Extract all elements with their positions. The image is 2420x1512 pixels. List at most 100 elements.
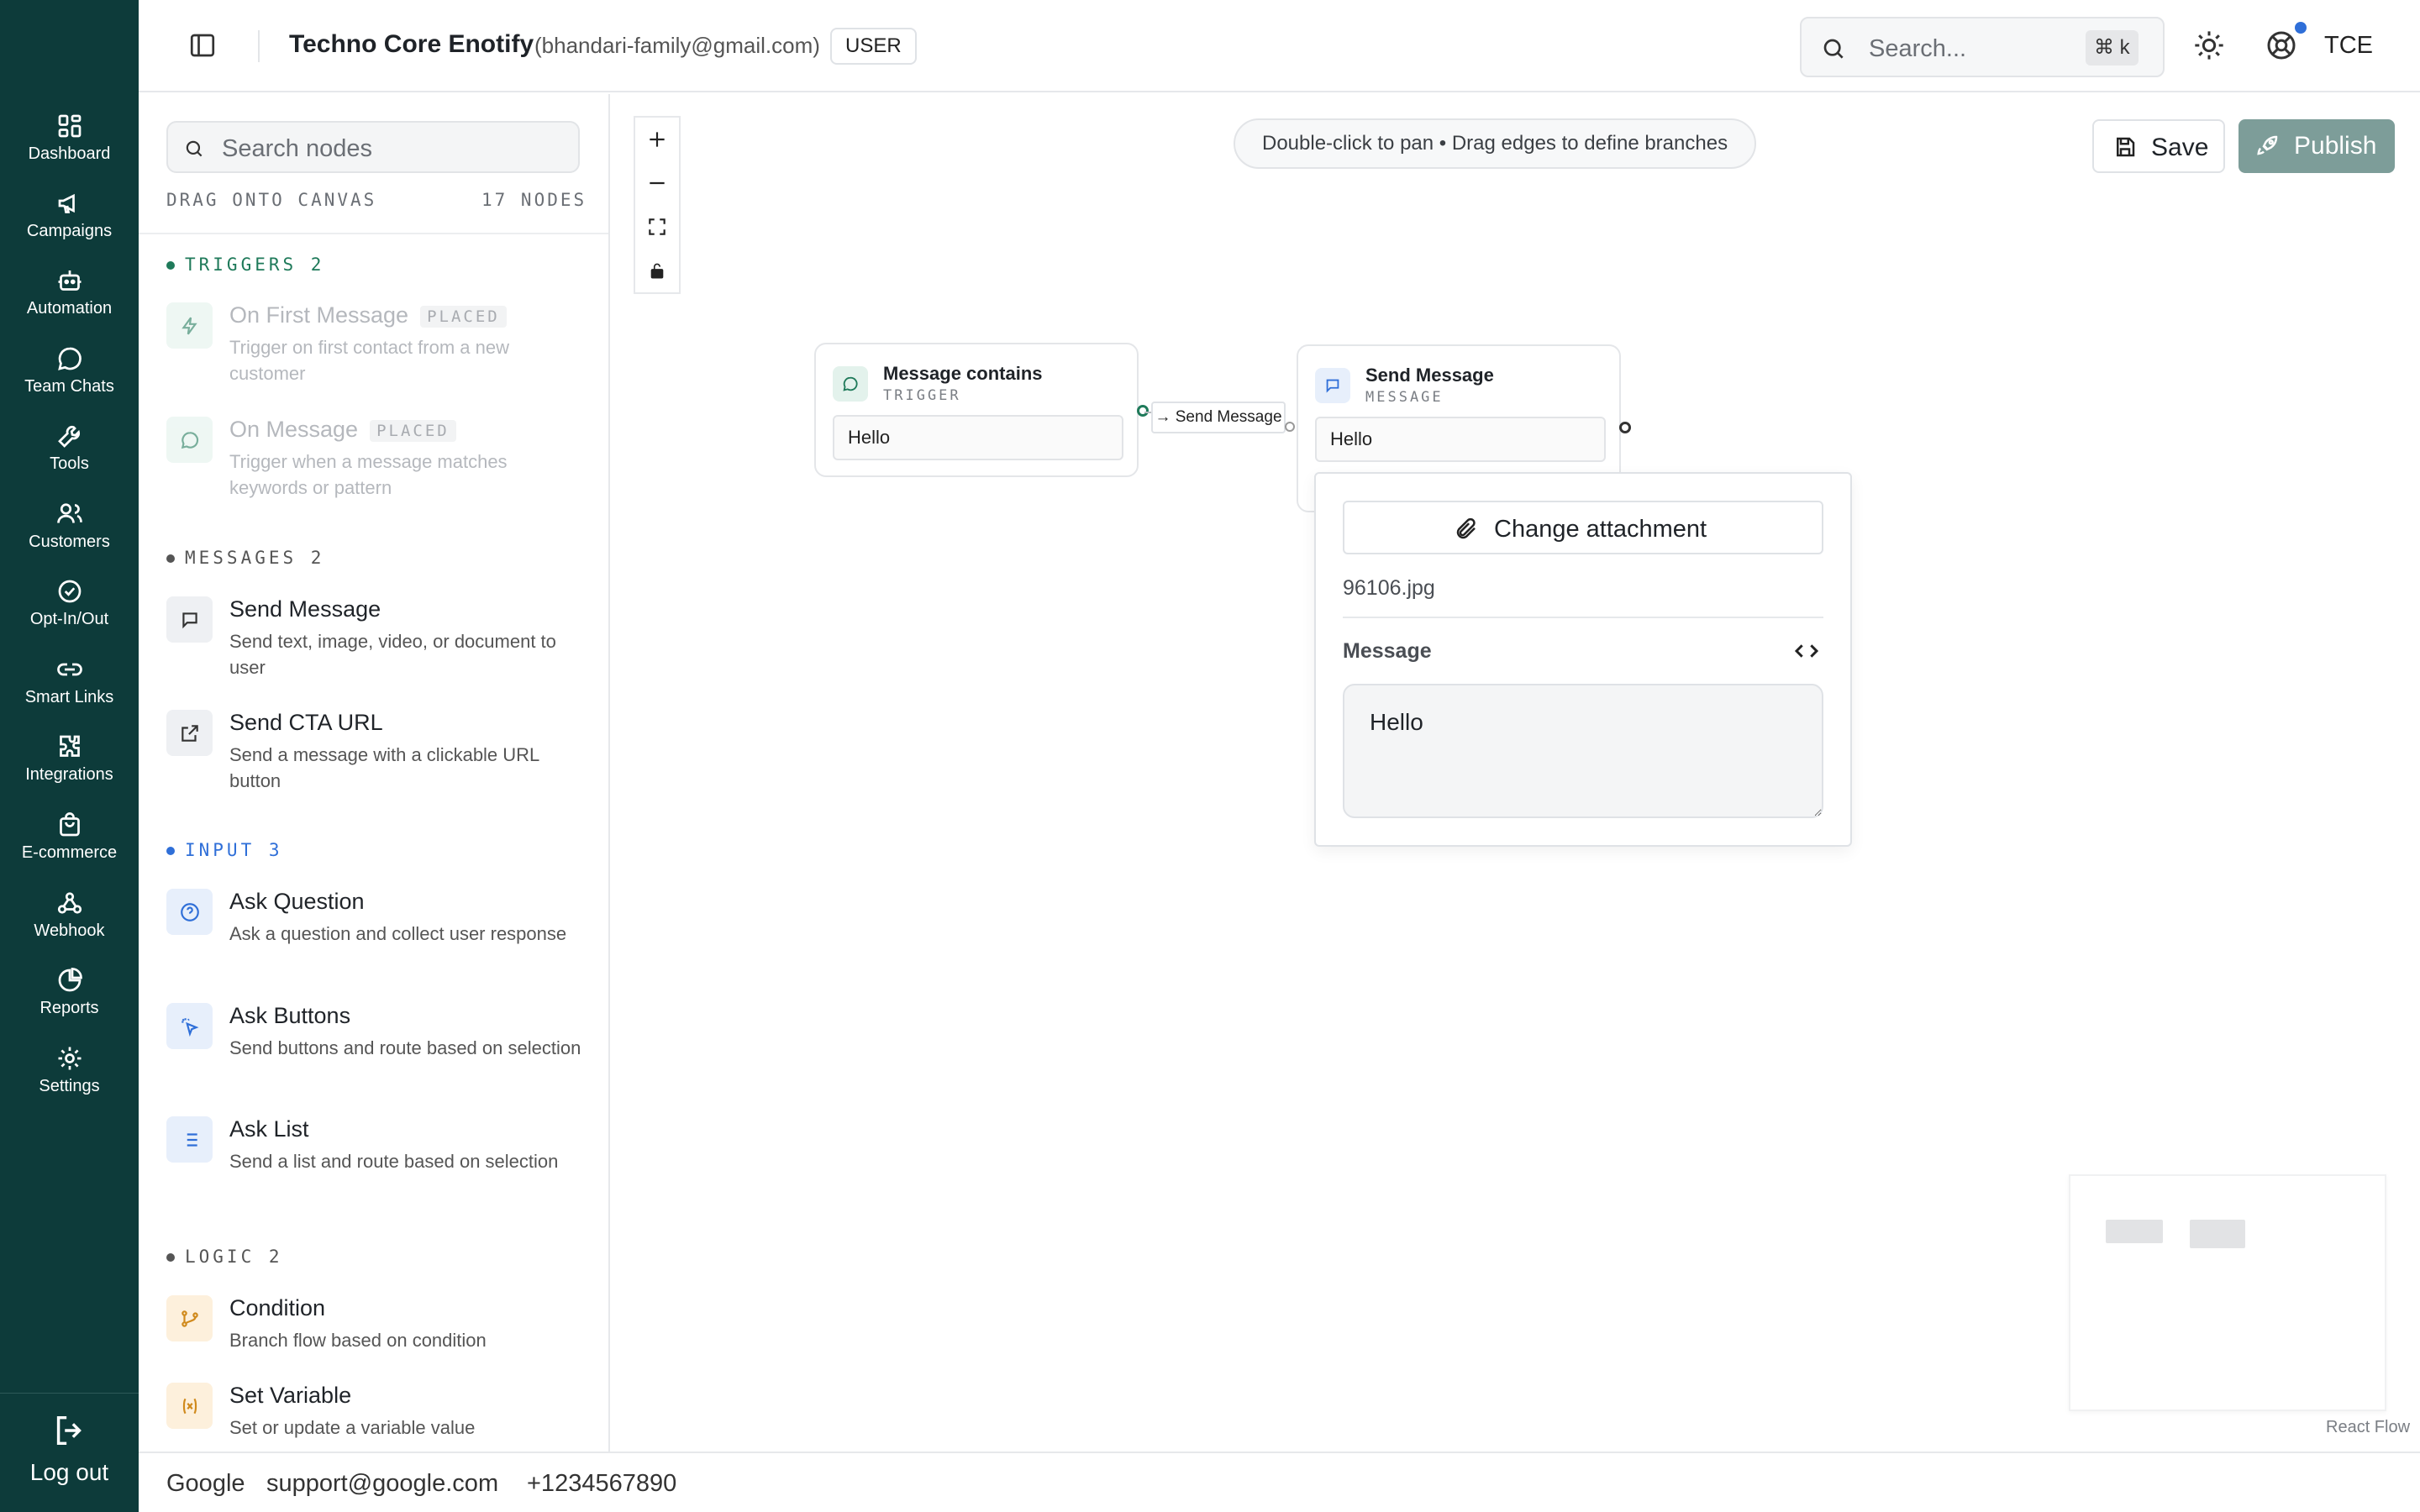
nav-item-campaigns[interactable]: Campaigns	[0, 188, 139, 259]
search-placeholder: Search...	[1869, 35, 1967, 62]
pointer-click-icon	[182, 1018, 199, 1037]
shopping-bag-icon	[59, 812, 80, 837]
nav-label: Integrations	[25, 765, 113, 784]
flow-node-trigger[interactable]: Message contains TRIGGER Hello	[814, 343, 1139, 477]
nav-item-reports[interactable]: Reports	[0, 965, 139, 1036]
lock-icon	[650, 263, 664, 279]
node-type: TRIGGER	[883, 387, 961, 404]
save-button[interactable]: Save	[2092, 119, 2225, 173]
source-handle[interactable]	[1619, 422, 1631, 433]
react-flow-attribution[interactable]: React Flow	[2326, 1418, 2410, 1437]
sun-icon[interactable]	[2192, 29, 2226, 62]
chat-icon	[181, 432, 199, 449]
global-search-input[interactable]: Search... ⌘ k	[1800, 17, 2165, 77]
footer-phone[interactable]: +1234567890	[527, 1470, 676, 1498]
nav-label: Settings	[39, 1077, 100, 1095]
notification-dot	[2295, 22, 2307, 34]
flow-canvas[interactable]: Double-click to pan • Drag edges to defi…	[612, 94, 2420, 1452]
puzzle-icon	[59, 735, 80, 757]
check-circle-icon	[58, 580, 81, 603]
nav-label: Reports	[39, 999, 99, 1017]
message-square-icon	[1326, 379, 1339, 393]
nav-label: Campaigns	[26, 222, 113, 240]
rail-divider	[0, 1393, 139, 1394]
zoom-in-button[interactable]	[635, 118, 679, 161]
node-search-input[interactable]: Search nodes	[166, 121, 580, 173]
section-header-triggers: TRIGGERS 2	[166, 255, 324, 275]
users-icon	[56, 503, 82, 523]
edge-label[interactable]: → Send Message	[1151, 402, 1286, 433]
pie-chart-icon	[58, 968, 82, 992]
gear-icon	[58, 1047, 81, 1070]
search-shortcut: ⌘ k	[2086, 30, 2139, 66]
minimap[interactable]	[2069, 1174, 2386, 1411]
role-badge: USER	[830, 28, 917, 65]
nav-label: E-commerce	[21, 843, 118, 862]
nav-label: Customers	[29, 533, 110, 551]
publish-button[interactable]: Publish	[2238, 119, 2395, 173]
target-handle[interactable]	[1285, 422, 1295, 432]
placed-tag: PLACED	[370, 419, 456, 442]
chat-icon	[843, 376, 858, 391]
plus-icon	[650, 132, 665, 147]
nav-item-dashboard[interactable]: Dashboard	[0, 111, 139, 181]
canvas-hint: Double-click to pan • Drag edges to defi…	[1234, 118, 1757, 169]
nav-label: Opt-In/Out	[29, 610, 109, 628]
search-icon	[1823, 39, 1844, 59]
nav-label: Tools	[50, 454, 89, 473]
nav-item-tools[interactable]: Tools	[0, 421, 139, 491]
code-icon[interactable]	[1791, 638, 1822, 664]
zoom-controls	[634, 116, 681, 294]
change-attachment-button[interactable]: Change attachment	[1343, 501, 1823, 554]
topbar-divider	[258, 30, 260, 62]
sidebar-toggle-icon[interactable]	[187, 30, 218, 60]
lock-button[interactable]	[635, 249, 679, 292]
message-textarea[interactable]: Hello	[1343, 684, 1823, 818]
fullscreen-icon	[649, 218, 666, 235]
footer-email[interactable]: support@google.com	[266, 1470, 498, 1498]
footer: Google support@google.com +1234567890	[139, 1452, 2420, 1512]
node-preview-text: Hello	[833, 415, 1123, 460]
megaphone-icon	[58, 193, 75, 213]
nav-item-opt-in-out[interactable]: Opt-In/Out	[0, 576, 139, 647]
minimap-node	[2190, 1220, 2245, 1248]
palette-divider	[139, 233, 608, 234]
external-link-icon	[182, 725, 198, 742]
nav-item-integrations[interactable]: Integrations	[0, 732, 139, 802]
nav-item-customers[interactable]: Customers	[0, 499, 139, 570]
webhook-icon	[57, 892, 82, 914]
node-type: MESSAGE	[1365, 389, 1444, 406]
logout-icon	[56, 1415, 82, 1446]
bot-icon	[58, 270, 81, 291]
floppy-disk-icon	[2117, 137, 2135, 157]
fit-view-button[interactable]	[635, 205, 679, 249]
placed-tag: PLACED	[420, 305, 507, 328]
page-title: Techno Core Enotify	[289, 30, 534, 58]
message-label: Message	[1343, 639, 1432, 663]
chat-icon	[57, 347, 82, 370]
attachment-filename: 96106.jpg	[1343, 576, 1435, 600]
minus-icon	[650, 181, 665, 185]
nav-item-e-commerce[interactable]: E-commerce	[0, 810, 139, 880]
nav-label: Automation	[26, 299, 113, 318]
avatar[interactable]: TCE	[2322, 22, 2375, 69]
node-title: Send Message	[1365, 365, 1494, 386]
message-editor-popover: Change attachment 96106.jpg Message Hell…	[1314, 472, 1852, 847]
drag-hint: DRAG ONTO CANVAS	[166, 190, 377, 210]
nav-item-smart-links[interactable]: Smart Links	[0, 654, 139, 725]
rocket-icon	[2257, 135, 2278, 155]
nav-item-team-chats[interactable]: Team Chats	[0, 344, 139, 414]
nav-label: Dashboard	[28, 144, 111, 163]
logout-button[interactable]: Log out	[0, 1411, 139, 1486]
node-count: 17 NODES	[481, 190, 587, 210]
nav-item-webhook[interactable]: Webhook	[0, 888, 139, 958]
node-palette: Search nodes DRAG ONTO CANVAS 17 NODES T…	[139, 94, 610, 1452]
top-bar: Techno Core Enotify (bhandari-family@gma…	[139, 0, 2420, 92]
paperclip-icon	[1456, 517, 1476, 539]
lifebuoy-icon[interactable]	[2265, 29, 2298, 62]
footer-company: Google	[166, 1470, 245, 1497]
nav-item-settings[interactable]: Settings	[0, 1043, 139, 1114]
section-header-logic: LOGIC 2	[166, 1247, 283, 1267]
nav-item-automation[interactable]: Automation	[0, 265, 139, 336]
zoom-out-button[interactable]	[635, 161, 679, 205]
